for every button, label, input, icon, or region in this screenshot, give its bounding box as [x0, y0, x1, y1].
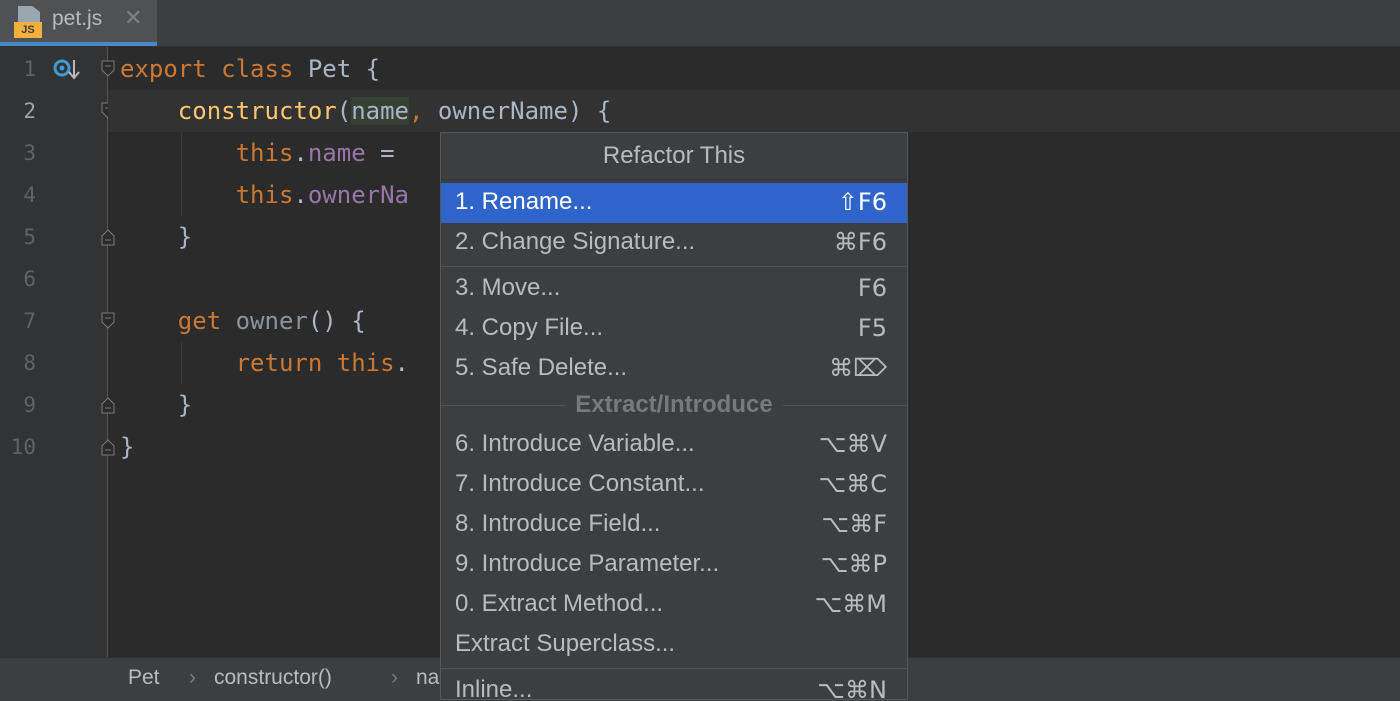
- menu-item-copy-file[interactable]: 4. Copy File... F5: [441, 309, 907, 349]
- code-line-3[interactable]: this.name =: [120, 132, 395, 174]
- breadcrumb-separator: ›: [189, 666, 196, 689]
- menu-item-introduce-parameter[interactable]: 9. Introduce Parameter... ⌥⌘P: [441, 545, 907, 585]
- line-number: 6: [23, 267, 36, 291]
- js-file-icon: JS: [14, 6, 44, 38]
- line-number: 7: [23, 309, 36, 333]
- line-number-current: 2: [23, 99, 36, 123]
- code-line-2[interactable]: constructor(name, ownerName) {: [120, 90, 611, 132]
- close-icon[interactable]: ✕: [124, 6, 142, 31]
- menu-item-move[interactable]: 3. Move... F6: [441, 269, 907, 309]
- menu-item-extract-method[interactable]: 0. Extract Method... ⌥⌘M: [441, 585, 907, 625]
- tab-pet-js[interactable]: JS pet.js ✕: [0, 0, 157, 46]
- line-number: 9: [23, 393, 36, 417]
- breadcrumb-item-constructor[interactable]: constructor(): [214, 666, 332, 690]
- menu-group-header: Extract/Introduce: [441, 391, 907, 421]
- line-number: 8: [23, 351, 36, 375]
- menu-group-label: Extract/Introduce: [565, 391, 783, 418]
- fold-end-marker-icon[interactable]: [100, 396, 116, 414]
- breadcrumb-item-pet[interactable]: Pet: [128, 666, 160, 690]
- highlighted-param: name: [351, 97, 409, 125]
- gutter-divider: [107, 47, 108, 657]
- fold-marker-icon[interactable]: [100, 60, 116, 78]
- code-line-9[interactable]: }: [120, 384, 192, 426]
- menu-item-change-signature[interactable]: 2. Change Signature... ⌘F6: [441, 223, 907, 263]
- menu-item-extract-superclass[interactable]: Extract Superclass...: [441, 625, 907, 665]
- breadcrumb-item-name[interactable]: na: [416, 666, 439, 690]
- code-line-5[interactable]: }: [120, 216, 192, 258]
- line-number: 1: [23, 57, 36, 81]
- line-number: 5: [23, 225, 36, 249]
- breadcrumb-separator: ›: [391, 666, 398, 689]
- menu-separator: [441, 668, 907, 669]
- code-line-8[interactable]: return this.: [120, 342, 409, 384]
- override-method-icon[interactable]: [52, 57, 80, 83]
- active-tab-indicator: [0, 42, 157, 46]
- code-line-7[interactable]: get owner() {: [120, 300, 366, 342]
- menu-item-introduce-variable[interactable]: 6. Introduce Variable... ⌥⌘V: [441, 425, 907, 465]
- menu-item-inline[interactable]: Inline... ⌥⌘N: [441, 671, 907, 699]
- editor-tab-bar: JS pet.js ✕: [0, 0, 1400, 47]
- refactor-this-popup: Refactor This 1. Rename... ⇧F6 2. Change …: [440, 132, 908, 700]
- fold-end-marker-icon[interactable]: [100, 228, 116, 246]
- menu-item-safe-delete[interactable]: 5. Safe Delete... ⌘⌦: [441, 349, 907, 389]
- menu-separator: [441, 266, 907, 267]
- code-line-1[interactable]: export class Pet {: [120, 48, 380, 90]
- fold-end-marker-icon[interactable]: [100, 438, 116, 456]
- code-line-10[interactable]: }: [120, 426, 134, 468]
- code-line-4[interactable]: this.ownerNa: [120, 174, 409, 216]
- popup-title: Refactor This: [441, 133, 907, 180]
- line-number: 10: [10, 435, 36, 459]
- menu-item-introduce-constant[interactable]: 7. Introduce Constant... ⌥⌘C: [441, 465, 907, 505]
- menu-item-introduce-field[interactable]: 8. Introduce Field... ⌥⌘F: [441, 505, 907, 545]
- tab-title: pet.js: [52, 7, 103, 30]
- fold-marker-icon[interactable]: [100, 312, 116, 330]
- line-number: 3: [23, 141, 36, 165]
- line-number: 4: [23, 183, 36, 207]
- menu-item-rename[interactable]: 1. Rename... ⇧F6: [441, 183, 907, 223]
